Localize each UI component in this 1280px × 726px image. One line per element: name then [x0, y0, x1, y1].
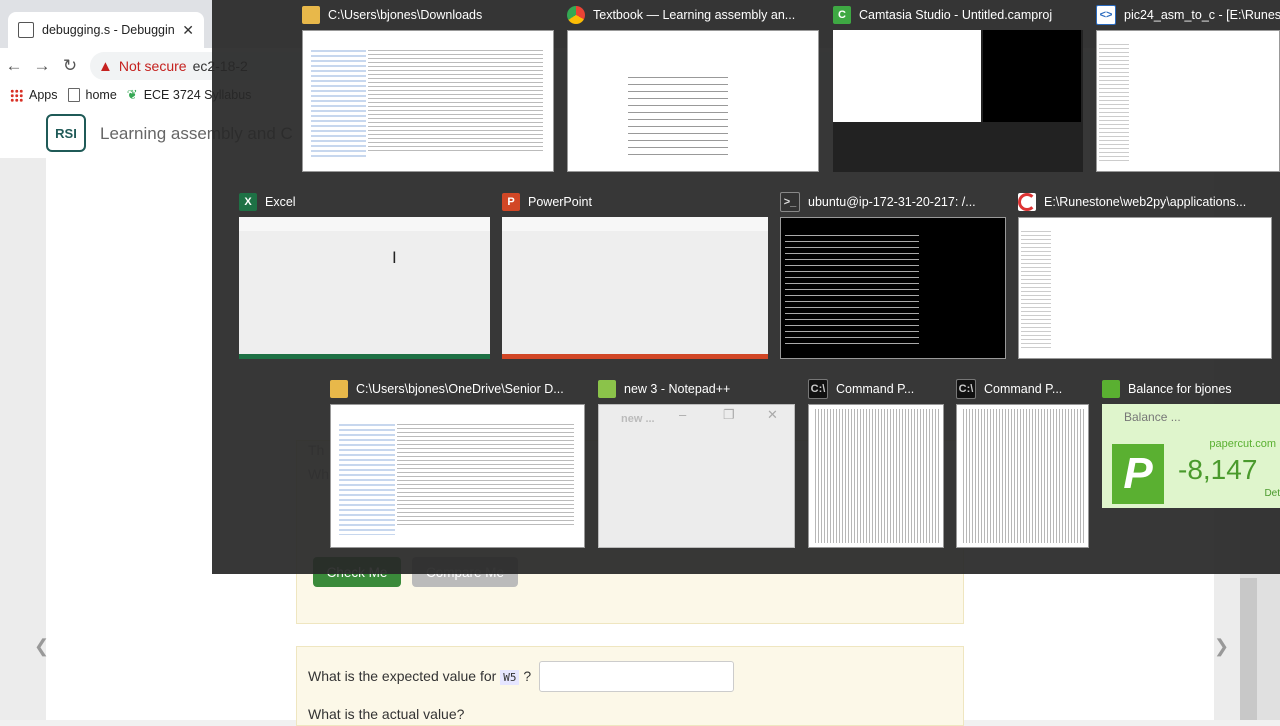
switcher-window-powerpoint[interactable]: P PowerPoint: [502, 187, 768, 359]
window-title: Textbook — Learning assembly an...: [593, 8, 796, 22]
powerpoint-icon: P: [502, 193, 520, 211]
papercut-details-label: Det: [1264, 488, 1280, 499]
text-cursor-icon: I: [392, 248, 397, 267]
browser-tab[interactable]: debugging.s - Debuggin ✕: [8, 12, 204, 48]
papercut-brand: papercut.com: [1209, 438, 1276, 450]
window-thumbnail: [302, 30, 554, 172]
switcher-window-pic24[interactable]: <> pic24_asm_to_c - [E:\Runestone: [1096, 0, 1280, 172]
notepad-thumb-title: new ...: [621, 413, 655, 425]
register-code: W5: [500, 670, 520, 685]
window-title: new 3 - Notepad++: [624, 382, 731, 396]
window-thumbnail: [567, 30, 819, 172]
switcher-window-ubuntu-terminal[interactable]: >_ ubuntu@ip-172-31-20-217: /...: [780, 187, 1006, 359]
notepad-plus-plus-icon: [598, 380, 616, 398]
bookmark-label: home: [85, 88, 117, 102]
back-button[interactable]: ←: [0, 56, 28, 76]
command-prompt-icon: C:\: [956, 379, 976, 399]
switcher-window-excel[interactable]: X Excel: [239, 187, 490, 359]
excel-accent-bar: [239, 354, 490, 359]
window-title: C:\Users\bjones\Downloads: [328, 8, 483, 22]
switcher-window-cmd-1[interactable]: C:\ Command P...: [808, 374, 944, 548]
camtasia-icon: C: [833, 6, 851, 24]
folder-icon: [330, 380, 348, 398]
switcher-window-runestone[interactable]: E:\Runestone\web2py\applications...: [1018, 187, 1272, 359]
window-title: E:\Runestone\web2py\applications...: [1044, 195, 1247, 209]
papercut-logo-icon: P: [1112, 444, 1164, 504]
powerpoint-accent-bar: [502, 354, 768, 359]
window-title: Camtasia Studio - Untitled.camproj: [859, 8, 1053, 22]
window-title: Command P...: [836, 382, 915, 396]
tab-close-icon[interactable]: ✕: [182, 22, 194, 39]
runestone-icon: [1018, 193, 1036, 211]
switcher-window-cmd-2[interactable]: C:\ Command P...: [956, 374, 1089, 548]
window-thumbnail: [808, 404, 944, 548]
bookmark-home[interactable]: home: [67, 88, 117, 102]
apps-grid-icon: [10, 88, 23, 102]
window-title: PowerPoint: [528, 195, 592, 209]
papercut-thumb-title: Balance ...: [1124, 410, 1181, 424]
window-thumbnail: [502, 217, 768, 359]
switcher-window-papercut[interactable]: Balance for bjones Balance ... papercut.…: [1102, 374, 1280, 548]
window-thumbnail: Balance ... papercut.com P -8,147 Det: [1102, 404, 1280, 508]
question-suffix: ?: [523, 668, 532, 684]
switcher-window-textbook[interactable]: Textbook — Learning assembly an...: [567, 0, 819, 172]
question-text: What is the expected value for: [308, 668, 497, 684]
document-favicon-icon: [18, 22, 34, 38]
ece-leaf-icon: ❦: [126, 87, 138, 102]
window-thumbnail: [330, 404, 585, 548]
bookmark-apps[interactable]: Apps: [10, 88, 58, 102]
window-thumbnail: [833, 30, 1083, 172]
rsi-logo[interactable]: RSI: [46, 114, 86, 152]
papercut-icon: [1102, 380, 1120, 398]
switcher-window-onedrive[interactable]: C:\Users\bjones\OneDrive\Senior D...: [330, 374, 585, 548]
window-title: pic24_asm_to_c - [E:\Runestone: [1124, 8, 1280, 22]
forward-button[interactable]: →: [28, 56, 56, 76]
reload-button[interactable]: ↻: [56, 56, 84, 76]
security-label: Not secure: [118, 58, 187, 74]
close-icon: ✕: [767, 407, 778, 422]
restore-icon: ❐: [723, 407, 735, 422]
window-thumbnail: [1096, 30, 1280, 172]
window-title: C:\Users\bjones\OneDrive\Senior D...: [356, 382, 564, 396]
folder-icon: [302, 6, 320, 24]
terminal-icon: >_: [780, 192, 800, 212]
warning-icon: ▲: [98, 57, 113, 75]
window-switcher: C:\Users\bjones\Downloads Textbook — Lea…: [212, 0, 1280, 574]
next-page-arrow-icon[interactable]: ❯: [1214, 636, 1229, 657]
window-thumbnail: [780, 217, 1006, 359]
command-prompt-icon: C:\: [808, 379, 828, 399]
scrollbar-thumb[interactable]: [1240, 578, 1257, 720]
expected-value-input[interactable]: [539, 661, 734, 692]
home-page-icon: [67, 88, 80, 102]
chrome-icon: [567, 6, 585, 24]
switcher-window-notepad[interactable]: new 3 - Notepad++ new ... – ❐ ✕: [598, 374, 795, 548]
tab-title: debugging.s - Debuggin: [42, 23, 175, 37]
window-title: Command P...: [984, 382, 1063, 396]
window-thumbnail: [956, 404, 1089, 548]
papercut-balance: -8,147: [1178, 454, 1258, 485]
window-thumbnail: [1018, 217, 1272, 359]
window-title: ubuntu@ip-172-31-20-217: /...: [808, 195, 976, 209]
bookmark-label: Apps: [29, 88, 58, 102]
window-title: Balance for bjones: [1128, 382, 1232, 396]
switcher-window-camtasia[interactable]: C Camtasia Studio - Untitled.camproj: [833, 0, 1083, 172]
excel-icon: X: [239, 193, 257, 211]
window-title: Excel: [265, 195, 296, 209]
prev-page-arrow-icon[interactable]: ❮: [34, 636, 49, 657]
window-thumbnail: new ... – ❐ ✕: [598, 404, 795, 548]
expected-value-question: What is the expected value for W5 ?: [308, 668, 532, 685]
minimize-icon: –: [679, 407, 687, 422]
window-thumbnail: [239, 217, 490, 359]
code-editor-icon: <>: [1096, 5, 1116, 25]
switcher-window-downloads[interactable]: C:\Users\bjones\Downloads: [302, 0, 554, 172]
